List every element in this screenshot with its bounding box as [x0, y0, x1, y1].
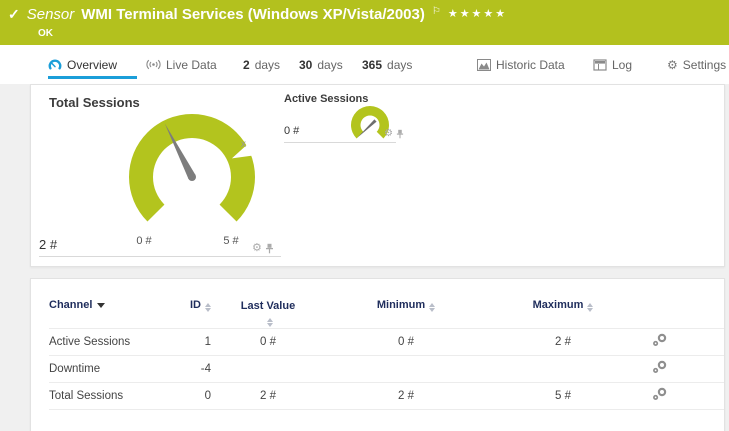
- log-table-icon: [593, 59, 607, 71]
- total-sessions-gauge: [122, 107, 262, 247]
- column-header-id[interactable]: ID: [179, 299, 211, 312]
- column-header-minimum[interactable]: Minimum: [325, 299, 487, 312]
- channel-minimum: 2 #: [325, 390, 487, 402]
- secondary-gauge-value: 0 #: [284, 125, 299, 137]
- tab-label: days: [255, 58, 280, 72]
- tab-30-days[interactable]: 30 days: [299, 45, 343, 84]
- channel-maximum: 2 #: [487, 336, 639, 348]
- channel-id: -4: [179, 363, 211, 375]
- channels-table: Channel ID Last Value Minimum Maximum Ac…: [31, 279, 724, 410]
- tab-365-days[interactable]: 365 days: [362, 45, 412, 84]
- channel-name[interactable]: Total Sessions: [49, 390, 179, 402]
- gauge-settings-gear-icon[interactable]: ⚙: [252, 243, 262, 254]
- tab-bar: Overview Live Data 2 days 30 days 365 da…: [0, 45, 729, 84]
- channel-settings-gears-icon[interactable]: [652, 333, 668, 347]
- channel-settings-gears-icon[interactable]: [652, 360, 668, 374]
- sensor-title: WMI Terminal Services (Windows XP/Vista/…: [81, 6, 425, 23]
- tab-label: Log: [612, 58, 632, 72]
- column-header-last-value[interactable]: Last Value: [211, 299, 325, 328]
- tab-label: Historic Data: [496, 58, 565, 72]
- tab-live-data[interactable]: Live Data: [146, 45, 217, 84]
- column-header-maximum[interactable]: Maximum: [487, 299, 639, 312]
- gear-icon: ⚙: [667, 59, 678, 71]
- live-signal-icon: [146, 58, 161, 71]
- tab-log[interactable]: Log: [593, 45, 632, 84]
- channel-id: 0: [179, 390, 211, 402]
- channel-minimum: 0 #: [325, 336, 487, 348]
- sensor-header: ✓ Sensor WMI Terminal Services (Windows …: [0, 0, 729, 45]
- tab-number: 365: [362, 58, 382, 72]
- channel-last-value: 0 #: [211, 336, 325, 348]
- divider: [39, 256, 281, 257]
- tab-settings[interactable]: ⚙ Settings: [667, 45, 726, 84]
- tab-label: Live Data: [166, 58, 217, 72]
- channel-name[interactable]: Downtime: [49, 363, 179, 375]
- sort-toggle-icon[interactable]: [267, 318, 273, 327]
- table-row[interactable]: Downtime -4: [49, 356, 724, 383]
- pin-icon[interactable]: [265, 243, 274, 254]
- tab-label: days: [387, 58, 412, 72]
- channel-last-value: 2 #: [211, 390, 325, 402]
- column-label: ID: [190, 299, 201, 311]
- gauge-icon: [48, 58, 62, 72]
- object-kind-label: Sensor: [27, 6, 75, 23]
- column-label: Channel: [49, 299, 92, 311]
- divider: [284, 142, 396, 143]
- channels-table-panel: Channel ID Last Value Minimum Maximum Ac…: [30, 278, 725, 431]
- sort-toggle-icon[interactable]: [429, 303, 435, 312]
- tab-label: Settings: [683, 58, 726, 72]
- column-header-channel[interactable]: Channel: [49, 299, 179, 311]
- table-row[interactable]: Total Sessions 0 2 # 2 # 5 #: [49, 383, 724, 410]
- tab-2-days[interactable]: 2 days: [243, 45, 280, 84]
- active-tab-indicator: [48, 76, 137, 79]
- area-chart-icon: [477, 59, 491, 71]
- gauge-marker-label: x: [241, 139, 246, 150]
- gauge-scale-max: 5 #: [213, 235, 249, 247]
- primary-gauge-value: 2 #: [39, 237, 57, 252]
- sort-descending-icon: [97, 303, 105, 308]
- status-badge: OK: [38, 28, 53, 39]
- gauge-needle-pivot: [188, 173, 196, 181]
- column-label: Last Value: [241, 300, 295, 312]
- pin-icon[interactable]: [396, 129, 404, 139]
- tab-historic-data[interactable]: Historic Data: [477, 45, 565, 84]
- gauge-settings-gear-icon[interactable]: ⚙: [384, 129, 393, 139]
- active-sessions-gauge: [348, 103, 392, 147]
- gauge-scale-min: 0 #: [126, 235, 162, 247]
- tab-number: 30: [299, 58, 312, 72]
- table-row[interactable]: Active Sessions 1 0 # 0 # 2 #: [49, 329, 724, 356]
- channel-settings-gears-icon[interactable]: [652, 387, 668, 401]
- flag-icon[interactable]: ⚐: [432, 6, 441, 17]
- column-label: Maximum: [533, 299, 584, 311]
- tab-label: Overview: [67, 58, 117, 72]
- table-header-row: Channel ID Last Value Minimum Maximum: [49, 279, 724, 329]
- channel-name[interactable]: Active Sessions: [49, 336, 179, 348]
- status-ok-check-icon: ✓: [8, 6, 20, 23]
- channel-id: 1: [179, 336, 211, 348]
- priority-stars[interactable]: ★★★★★: [448, 7, 507, 20]
- gauges-panel: Total Sessions x 0 # 5 # 2 # ⚙ Active Se…: [30, 84, 725, 267]
- channel-maximum: 5 #: [487, 390, 639, 402]
- prtg-sensor-page: ✓ Sensor WMI Terminal Services (Windows …: [0, 0, 729, 431]
- column-label: Minimum: [377, 299, 425, 311]
- sort-toggle-icon[interactable]: [587, 303, 593, 312]
- tab-number: 2: [243, 58, 250, 72]
- tab-label: days: [317, 58, 342, 72]
